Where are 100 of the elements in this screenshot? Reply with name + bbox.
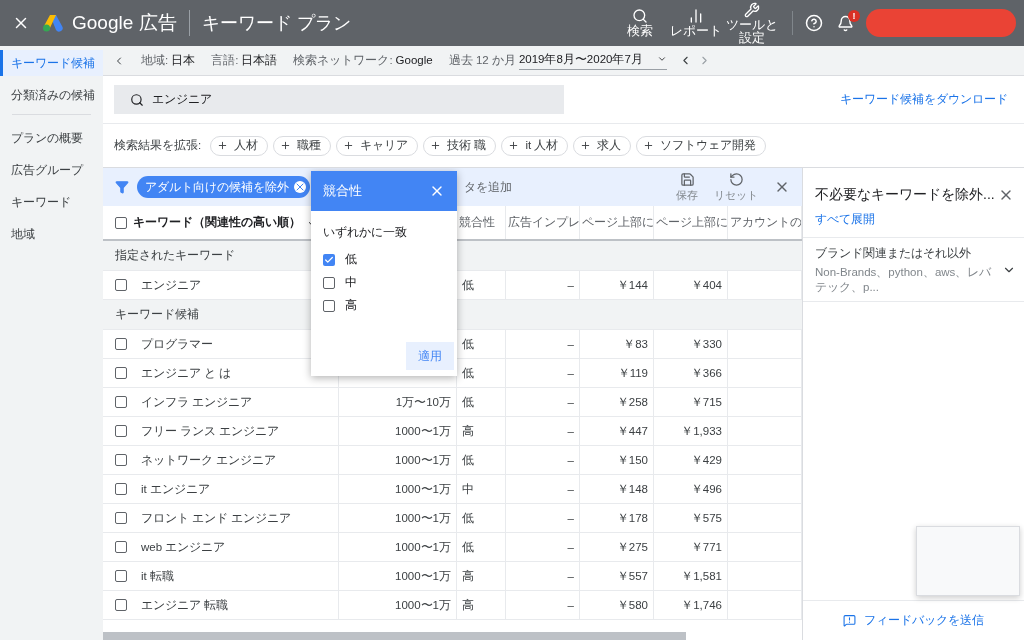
setting-value: 日本語: [241, 54, 278, 66]
search-icon: [130, 92, 144, 107]
remove-icon[interactable]: [294, 181, 306, 193]
sidebar-item[interactable]: キーワード候補: [0, 50, 103, 76]
checkbox[interactable]: [115, 599, 127, 611]
reset-button[interactable]: リセット: [714, 171, 758, 203]
checkbox[interactable]: [115, 541, 127, 553]
keyword-chip[interactable]: it 人材: [501, 135, 569, 156]
table-cell: 1000〜1万: [339, 417, 457, 445]
table-cell: ￥330: [654, 330, 728, 358]
scrollbar[interactable]: [103, 632, 686, 640]
product-name: Google 広告: [72, 10, 190, 36]
screenshot-thumbnail[interactable]: [916, 526, 1020, 596]
table-cell: 1000〜1万: [339, 562, 457, 590]
table-cell: ￥1,746: [654, 591, 728, 619]
table-cell: 1000〜1万: [339, 591, 457, 619]
table-cell: 1000〜1万: [339, 475, 457, 503]
keyword-cell: エンジニア 転職: [141, 597, 229, 613]
group-title: ブランド関連またはそれ以外: [815, 245, 972, 262]
keyword-cell: it エンジニア: [141, 481, 210, 497]
table-cell: ￥144: [580, 271, 654, 299]
checkbox[interactable]: [115, 512, 127, 524]
keyword-chip[interactable]: 職種: [273, 135, 332, 156]
plus-icon: [430, 140, 442, 151]
setting-label: 言語:: [211, 54, 239, 66]
setting-label: 地域:: [141, 54, 169, 66]
save-button[interactable]: 保存: [676, 171, 698, 203]
keyword-chip[interactable]: ソフトウェア開発: [636, 135, 767, 156]
column-header[interactable]: ページ上部に: [654, 206, 728, 239]
checkbox[interactable]: [115, 216, 127, 229]
table-cell: –: [506, 504, 580, 532]
setting-label: 検索ネットワーク:: [293, 54, 393, 66]
table-cell: –: [506, 330, 580, 358]
search-icon: [632, 8, 648, 24]
filter-icon: [115, 180, 129, 194]
keyword-chip[interactable]: キャリア: [336, 135, 419, 156]
sidebar-item[interactable]: 地域: [0, 221, 103, 247]
checkbox[interactable]: [115, 338, 127, 350]
help-icon[interactable]: [805, 14, 823, 32]
keyword-chip[interactable]: 技術 職: [423, 135, 497, 156]
table-cell: ￥557: [580, 562, 654, 590]
sidebar-item[interactable]: 分類済みの候補: [0, 82, 103, 108]
table-cell: ￥83: [580, 330, 654, 358]
search-field[interactable]: エンジニア: [114, 85, 564, 114]
table-cell: –: [506, 359, 580, 387]
keyword-cell: ネットワーク エンジニア: [141, 452, 277, 468]
checkbox[interactable]: [115, 367, 127, 379]
logo-icon: [42, 13, 64, 33]
option-label: 中: [345, 275, 357, 290]
table-cell: ￥366: [654, 359, 728, 387]
sidebar-item[interactable]: プランの概要: [0, 125, 103, 151]
table-cell: 低: [457, 446, 506, 474]
keyword-cell: it 転職: [141, 568, 174, 584]
keyword-cell: フロント エンド エンジニア: [141, 510, 292, 526]
table-cell: –: [506, 271, 580, 299]
keyword-group[interactable]: ブランド関連またはそれ以外 Non-Brands、python、aws、レバテック、p...: [803, 237, 1024, 302]
reset-icon: [728, 171, 744, 187]
keyword-chip[interactable]: 人材: [210, 135, 269, 156]
column-header[interactable]: ページ上部に: [580, 206, 654, 239]
checkbox[interactable]: [115, 570, 127, 582]
add-filter-text[interactable]: タを追加: [464, 179, 512, 195]
table-cell: –: [506, 388, 580, 416]
table-cell: ￥771: [654, 533, 728, 561]
checkbox[interactable]: [323, 253, 335, 266]
column-header[interactable]: 広告インプレ: [506, 206, 580, 239]
checkbox[interactable]: [115, 396, 127, 408]
table-cell: ￥178: [580, 504, 654, 532]
sidebar-item[interactable]: 広告グループ: [0, 157, 103, 183]
toolbar-button[interactable]: 検索: [612, 8, 668, 38]
filter-chip[interactable]: アダルト向けの候補を除外: [137, 176, 310, 198]
table-cell: ￥575: [654, 504, 728, 532]
checkbox[interactable]: [323, 276, 335, 289]
notification-badge: !: [848, 9, 860, 22]
save-icon: [679, 171, 695, 187]
plus-icon: [643, 140, 655, 151]
checkbox[interactable]: [115, 425, 127, 437]
table-cell: 1万〜10万: [339, 388, 457, 416]
sidebar-item[interactable]: キーワード: [0, 189, 103, 215]
popup-title: 競合性: [323, 182, 362, 200]
setting-label: 過去 12 か月: [448, 53, 516, 68]
toolbar-button[interactable]: ツールと設定: [724, 1, 780, 45]
column-header[interactable]: キーワード（関連性の高い順）: [133, 215, 301, 230]
expand-all-link[interactable]: すべて展開: [815, 212, 1024, 227]
plus-icon: [580, 140, 592, 151]
date-range-dropdown[interactable]: 2019年8月〜2020年7月: [518, 51, 667, 70]
checkbox[interactable]: [115, 279, 127, 291]
plus-icon: [508, 140, 520, 151]
checkbox[interactable]: [115, 454, 127, 466]
table-cell: ￥715: [654, 388, 728, 416]
toolbar-button[interactable]: レポート: [668, 8, 724, 38]
bar-chart-icon: [688, 8, 704, 24]
bell-icon[interactable]: [837, 14, 854, 32]
table-cell: ￥404: [654, 271, 728, 299]
download-link[interactable]: キーワード候補をダウンロード: [840, 92, 1008, 107]
checkbox[interactable]: [115, 483, 127, 495]
keyword-chip[interactable]: 求人: [573, 135, 632, 156]
option-label: 低: [345, 252, 357, 267]
table-cell: ￥429: [654, 446, 728, 474]
checkbox[interactable]: [323, 299, 335, 312]
option-label: 高: [345, 298, 357, 313]
